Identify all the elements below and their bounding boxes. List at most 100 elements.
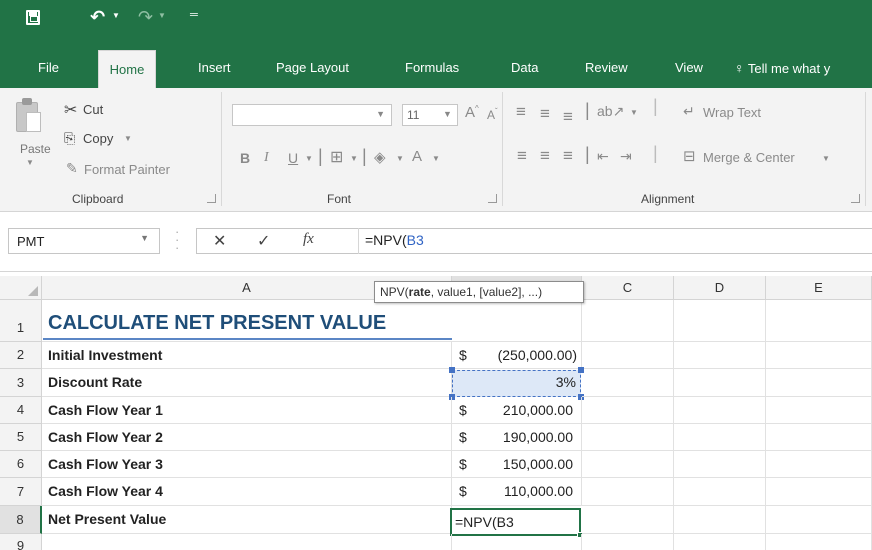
copy-button[interactable]: Copy — [83, 131, 113, 146]
wrap-text-button[interactable]: Wrap Text — [703, 105, 761, 120]
cell-b5[interactable]: $ 190,000.00 — [452, 424, 582, 451]
cell-d5[interactable] — [674, 424, 766, 451]
enter-icon[interactable]: ✓ — [257, 231, 270, 251]
name-box[interactable]: PMT ▼ — [8, 228, 160, 254]
cell-d6[interactable] — [674, 451, 766, 478]
paste-button[interactable]: Paste — [20, 142, 51, 156]
increase-indent-icon[interactable]: ⇥ — [620, 148, 632, 165]
cell-e2[interactable] — [766, 342, 872, 369]
merge-center-button[interactable]: Merge & Center — [703, 150, 795, 165]
cell-a9[interactable] — [42, 534, 452, 550]
alignment-launcher-icon[interactable] — [851, 194, 860, 203]
cell-d9[interactable] — [674, 534, 766, 550]
cell-a7[interactable]: Cash Flow Year 4 — [42, 478, 452, 506]
cell-c7[interactable] — [582, 478, 674, 506]
customize-qat-icon[interactable]: ═ — [190, 9, 198, 21]
row-header[interactable]: 6 — [0, 451, 42, 478]
row-header[interactable]: 4 — [0, 397, 42, 424]
copy-icon[interactable]: ⎘ — [64, 130, 75, 147]
cell-d3[interactable] — [674, 369, 766, 397]
tab-file[interactable]: File — [38, 60, 59, 75]
align-middle-icon[interactable]: ≡ — [540, 104, 550, 124]
cell-b2[interactable]: $ (250,000.00) — [452, 342, 582, 369]
tab-view[interactable]: View — [675, 60, 703, 75]
cell-c3[interactable] — [582, 369, 674, 397]
cell-e3[interactable] — [766, 369, 872, 397]
underline-dropdown-icon[interactable]: ▼ — [305, 154, 313, 163]
cell-d2[interactable] — [674, 342, 766, 369]
cell-c5[interactable] — [582, 424, 674, 451]
cell-c6[interactable] — [582, 451, 674, 478]
tab-page-layout[interactable]: Page Layout — [276, 60, 349, 75]
borders-dropdown-icon[interactable]: ▼ — [350, 154, 358, 163]
increase-font-icon[interactable]: A^ — [465, 104, 479, 121]
tab-home[interactable]: Home — [98, 50, 156, 88]
row-header[interactable]: 2 — [0, 342, 42, 369]
wrap-text-icon[interactable]: ↵ — [683, 103, 695, 120]
font-size-box[interactable]: 11 ▼ — [402, 104, 458, 126]
cell-d7[interactable] — [674, 478, 766, 506]
format-painter-button[interactable]: Format Painter — [84, 162, 170, 177]
cell-d8[interactable] — [674, 506, 766, 534]
paste-dropdown-icon[interactable]: ▼ — [26, 158, 34, 167]
cell-a5[interactable]: Cash Flow Year 2 — [42, 424, 452, 451]
copy-dropdown-icon[interactable]: ▼ — [124, 134, 132, 143]
cell-c1[interactable] — [582, 300, 674, 342]
cell-a6[interactable]: Cash Flow Year 3 — [42, 451, 452, 478]
cell-b7[interactable]: $ 110,000.00 — [452, 478, 582, 506]
fill-color-icon[interactable]: ◈ — [374, 148, 386, 166]
row-header[interactable]: 3 — [0, 369, 42, 397]
align-right-icon[interactable]: ≡ — [563, 146, 573, 166]
cell-e8[interactable] — [766, 506, 872, 534]
tab-insert[interactable]: Insert — [198, 60, 231, 75]
orientation-icon[interactable]: ab↗ — [597, 103, 624, 120]
font-name-dropdown-icon[interactable]: ▼ — [376, 109, 385, 119]
tooltip-current-arg[interactable]: rate — [409, 285, 431, 299]
font-name-box[interactable]: ▼ — [232, 104, 392, 126]
cell-b6[interactable]: $ 150,000.00 — [452, 451, 582, 478]
italic-button[interactable]: I — [264, 150, 269, 166]
underline-button[interactable]: U — [288, 150, 298, 166]
decrease-font-icon[interactable]: Aˇ — [487, 107, 498, 122]
cell-a4[interactable]: Cash Flow Year 1 — [42, 397, 452, 424]
merge-center-icon[interactable]: ⊟ — [683, 147, 696, 165]
resize-handle-icon[interactable]: · · · — [175, 225, 181, 254]
tell-me-box[interactable]: ♀ Tell me what y — [734, 60, 830, 76]
cell-b1[interactable] — [452, 300, 582, 342]
active-cell-b8[interactable]: =NPV(B3 — [450, 508, 583, 538]
undo-icon[interactable]: ↶ — [90, 7, 105, 28]
decrease-indent-icon[interactable]: ⇤ — [597, 148, 609, 165]
cancel-icon[interactable]: ✕ — [213, 231, 226, 251]
row-header[interactable]: 1 — [0, 300, 42, 342]
format-painter-icon[interactable]: ✎ — [66, 160, 78, 177]
title-cell[interactable]: CALCULATE NET PRESENT VALUE — [42, 300, 452, 342]
cell-d1[interactable] — [674, 300, 766, 342]
row-header[interactable]: 8 — [0, 506, 42, 534]
formula-input[interactable]: =NPV(B3 — [358, 228, 872, 254]
font-color-dropdown-icon[interactable]: ▼ — [432, 154, 440, 163]
cell-e7[interactable] — [766, 478, 872, 506]
bold-button[interactable]: B — [240, 150, 250, 166]
row-header[interactable]: 9 — [0, 534, 42, 550]
paste-icon[interactable] — [14, 98, 42, 136]
cell-c9[interactable] — [582, 534, 674, 550]
cell-b4[interactable]: $ 210,000.00 — [452, 397, 582, 424]
align-center-icon[interactable]: ≡ — [540, 146, 550, 166]
redo-dropdown-icon[interactable]: ▼ — [158, 11, 166, 20]
cell-a2[interactable]: Initial Investment — [42, 342, 452, 369]
cell-d4[interactable] — [674, 397, 766, 424]
cell-e4[interactable] — [766, 397, 872, 424]
cell-e5[interactable] — [766, 424, 872, 451]
cell-a3[interactable]: Discount Rate — [42, 369, 452, 397]
save-icon[interactable] — [26, 10, 40, 25]
row-header[interactable]: 7 — [0, 478, 42, 506]
font-launcher-icon[interactable] — [488, 194, 497, 203]
name-box-dropdown-icon[interactable]: ▼ — [140, 233, 149, 243]
cell-e6[interactable] — [766, 451, 872, 478]
row-header[interactable]: 5 — [0, 424, 42, 451]
fill-color-dropdown-icon[interactable]: ▼ — [396, 154, 404, 163]
cell-c2[interactable] — [582, 342, 674, 369]
undo-dropdown-icon[interactable]: ▼ — [112, 11, 120, 20]
select-all-button[interactable] — [0, 276, 42, 300]
cell-b3[interactable]: 3% — [452, 369, 582, 397]
